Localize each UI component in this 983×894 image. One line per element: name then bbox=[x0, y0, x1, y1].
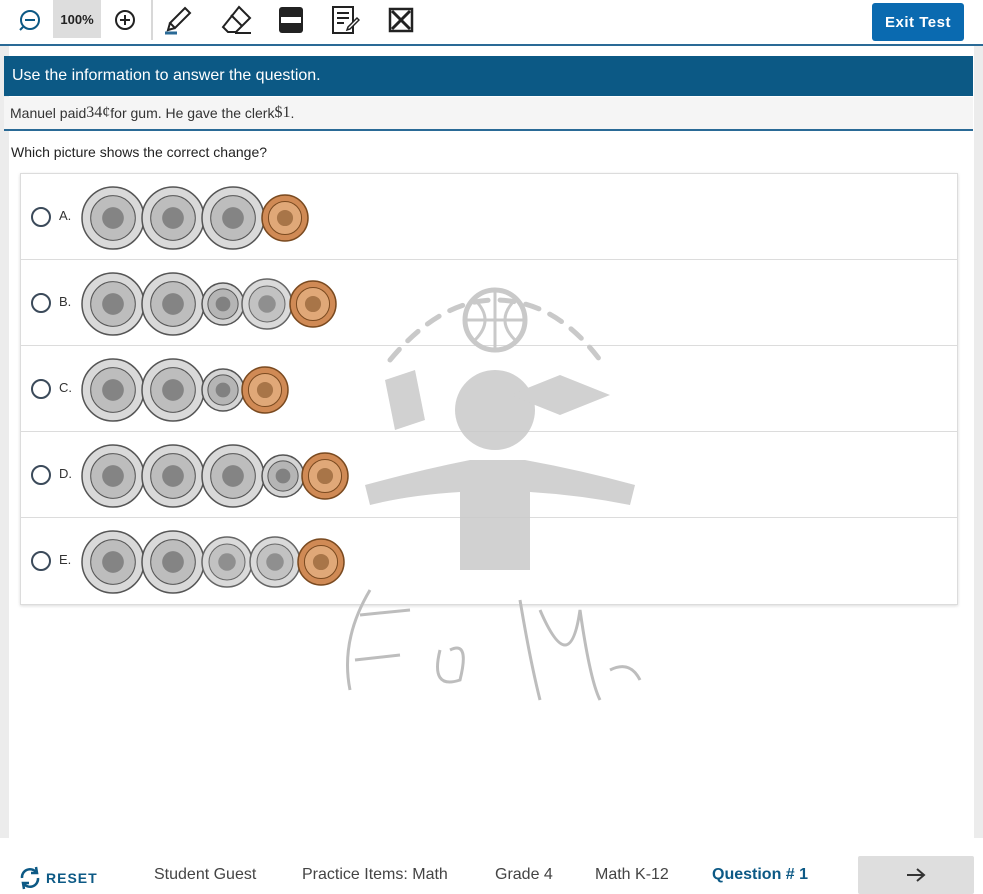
stimulus-pre: Manuel paid bbox=[10, 105, 87, 121]
reset-button[interactable]: RESET bbox=[18, 866, 98, 890]
right-gutter bbox=[974, 46, 983, 838]
penny-coin-icon bbox=[261, 194, 309, 242]
choice-letter: B. bbox=[59, 294, 72, 309]
stimulus-end: . bbox=[290, 105, 295, 121]
coin-group bbox=[81, 272, 337, 336]
quarter-coin-icon bbox=[81, 444, 145, 508]
zoom-in-button[interactable] bbox=[107, 0, 143, 40]
nickel-coin-icon bbox=[249, 536, 301, 588]
penny-coin-icon bbox=[241, 366, 289, 414]
stimulus-amount: 34¢ bbox=[86, 104, 111, 121]
student-name: Student Guest bbox=[154, 866, 257, 883]
choice-a[interactable]: A. bbox=[21, 174, 957, 260]
quarter-coin-icon bbox=[81, 530, 145, 594]
eraser-button[interactable] bbox=[220, 0, 254, 40]
quarter-coin-icon bbox=[141, 358, 205, 422]
line-reader-icon bbox=[279, 7, 303, 33]
quarter-coin-icon bbox=[201, 186, 265, 250]
choice-e[interactable]: E. bbox=[21, 518, 957, 604]
eraser-icon bbox=[221, 5, 252, 34]
highlighter-button[interactable] bbox=[161, 0, 195, 40]
line-reader-button[interactable] bbox=[274, 0, 308, 40]
choice-letter: C. bbox=[59, 380, 72, 395]
quarter-coin-icon bbox=[81, 272, 145, 336]
nickel-coin-icon bbox=[241, 278, 293, 330]
grade-label: Grade 4 bbox=[495, 866, 553, 883]
zoom-out-icon bbox=[19, 10, 40, 31]
quarter-coin-icon bbox=[141, 444, 205, 508]
quarter-coin-icon bbox=[81, 358, 145, 422]
penny-coin-icon bbox=[289, 280, 337, 328]
quarter-coin-icon bbox=[141, 186, 205, 250]
answer-choices: A. B. C. D. E. bbox=[20, 173, 958, 605]
penny-coin-icon bbox=[297, 538, 345, 586]
choice-c[interactable]: C. bbox=[21, 346, 957, 432]
highlighter-icon bbox=[165, 6, 192, 35]
test-name: Practice Items: Math bbox=[302, 866, 448, 883]
exit-test-button[interactable]: Exit Test bbox=[872, 3, 964, 41]
notepad-icon bbox=[332, 6, 360, 34]
radio-button[interactable] bbox=[31, 293, 51, 313]
nickel-coin-icon bbox=[201, 536, 253, 588]
stimulus-mid: for gum. He gave the clerk bbox=[110, 105, 275, 121]
question-prompt: Which picture shows the correct change? bbox=[11, 144, 268, 160]
passage-banner: Use the information to answer the questi… bbox=[4, 56, 973, 96]
strikethrough-button[interactable] bbox=[384, 0, 418, 40]
zoom-in-icon bbox=[115, 10, 135, 30]
quarter-coin-icon bbox=[81, 186, 145, 250]
toolbar-divider bbox=[151, 0, 153, 40]
dime-coin-icon bbox=[201, 368, 245, 412]
choice-letter: D. bbox=[59, 466, 72, 481]
choice-letter: E. bbox=[59, 552, 72, 567]
dime-coin-icon bbox=[201, 282, 245, 326]
toolbar: 100% Exit Test bbox=[0, 0, 983, 46]
left-gutter bbox=[0, 46, 9, 838]
choice-d[interactable]: D. bbox=[21, 432, 957, 518]
strikethrough-icon bbox=[388, 7, 414, 33]
stimulus-paid: $1 bbox=[274, 104, 291, 121]
quarter-coin-icon bbox=[141, 530, 205, 594]
choice-letter: A. bbox=[59, 208, 72, 223]
refresh-icon bbox=[20, 866, 40, 890]
coin-group bbox=[81, 444, 349, 508]
arrow-right-icon bbox=[907, 868, 926, 882]
subject-label: Math K-12 bbox=[595, 866, 669, 883]
notepad-button[interactable] bbox=[328, 0, 362, 40]
zoom-out-button[interactable] bbox=[12, 0, 48, 40]
dime-coin-icon bbox=[261, 454, 305, 498]
radio-button[interactable] bbox=[31, 207, 51, 227]
radio-button[interactable] bbox=[31, 465, 51, 485]
penny-coin-icon bbox=[301, 452, 349, 500]
footer-bar: RESET Student Guest Practice Items: Math… bbox=[0, 838, 983, 894]
question-number[interactable]: Question # 1 bbox=[712, 866, 808, 884]
quarter-coin-icon bbox=[201, 444, 265, 508]
choice-b[interactable]: B. bbox=[21, 260, 957, 346]
coin-group bbox=[81, 186, 309, 250]
radio-button[interactable] bbox=[31, 379, 51, 399]
coin-group bbox=[81, 530, 345, 594]
stimulus-text: Manuel paid 34¢ for gum. He gave the cle… bbox=[4, 97, 973, 131]
zoom-level: 100% bbox=[53, 0, 101, 38]
radio-button[interactable] bbox=[31, 551, 51, 571]
next-button[interactable] bbox=[858, 856, 974, 894]
quarter-coin-icon bbox=[141, 272, 205, 336]
coin-group bbox=[81, 358, 289, 422]
reset-label: RESET bbox=[46, 870, 98, 886]
